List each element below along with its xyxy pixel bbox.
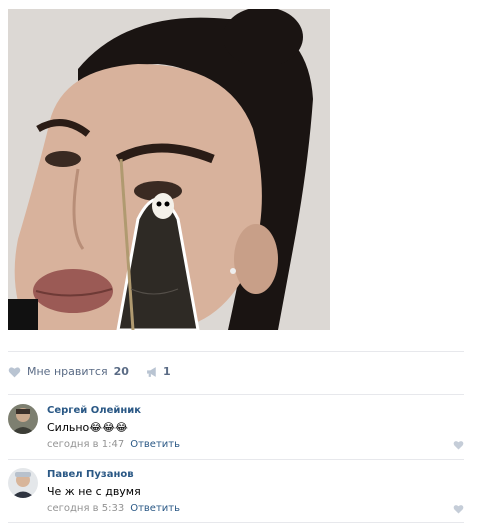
comment-meta: сегодня в 1:47 Ответить <box>47 439 180 450</box>
divider <box>8 351 464 352</box>
comment: Сергей Олейник Сильно😂😂😂 сегодня в 1:47 О… <box>8 404 464 466</box>
comment-time[interactable]: сегодня в 5:33 <box>47 503 124 514</box>
share-count: 1 <box>163 365 171 378</box>
avatar[interactable] <box>8 468 38 498</box>
comment-author[interactable]: Сергей Олейник <box>47 405 141 416</box>
heart-icon[interactable] <box>453 504 464 514</box>
photo-illustration <box>8 9 330 330</box>
comment-meta: сегодня в 5:33 Ответить <box>47 503 180 514</box>
reply-button[interactable]: Ответить <box>130 439 180 450</box>
comment-author[interactable]: Павел Пузанов <box>47 469 134 480</box>
heart-icon <box>8 366 21 377</box>
post-photo[interactable] <box>8 9 330 330</box>
avatar[interactable] <box>8 404 38 434</box>
divider <box>8 459 464 460</box>
like-button[interactable]: Мне нравится 20 <box>8 365 129 378</box>
comment-time[interactable]: сегодня в 1:47 <box>47 439 124 450</box>
divider <box>8 522 464 523</box>
comment-text: Че ж не с двумя <box>47 485 141 498</box>
comment: Павел Пузанов Че ж не с двумя сегодня в … <box>8 468 464 530</box>
megaphone-icon <box>147 366 156 377</box>
comment-text: Сильно😂😂😂 <box>47 421 128 434</box>
like-label: Мне нравится <box>27 365 108 378</box>
reply-button[interactable]: Ответить <box>130 503 180 514</box>
divider <box>8 394 464 395</box>
heart-icon[interactable] <box>453 440 464 450</box>
share-button[interactable]: 1 <box>146 365 171 378</box>
like-count: 20 <box>113 365 129 378</box>
